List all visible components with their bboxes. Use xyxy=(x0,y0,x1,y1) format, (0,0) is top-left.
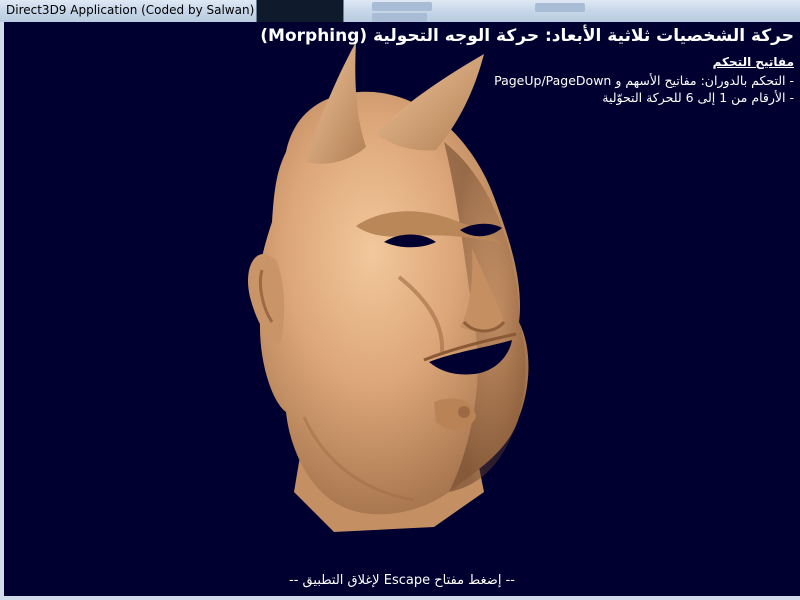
control-instruction: - التحكم بالدوران: مفاتيح الأسهم و PageU… xyxy=(494,73,794,88)
application-window: Direct3D9 Application (Coded by Salwan) xyxy=(0,0,800,600)
background-window-thumbnail xyxy=(256,0,344,22)
background-window-item xyxy=(372,13,427,22)
background-window-item xyxy=(372,2,432,11)
title-bar[interactable]: Direct3D9 Application (Coded by Salwan) xyxy=(0,0,800,23)
direct3d-viewport[interactable]: حركة الشخصيات ثلاثية الأبعاد: حركة الوجه… xyxy=(4,22,800,596)
window-frame-bottom xyxy=(0,596,800,600)
controls-title: مفاتيح التحكم xyxy=(712,55,794,69)
3d-devil-head-icon xyxy=(247,42,529,532)
exit-instruction: -- إضغط مفتاح Escape لإغلاق التطبيق -- xyxy=(289,573,515,588)
background-window-item xyxy=(535,3,585,12)
ear xyxy=(247,253,285,344)
scene-heading: حركة الشخصيات ثلاثية الأبعاد: حركة الوجه… xyxy=(260,26,794,46)
window-title: Direct3D9 Application (Coded by Salwan) xyxy=(6,3,255,17)
control-instruction: - الأرقام من 1 إلى 6 للحركة التحوّلية xyxy=(602,90,794,105)
